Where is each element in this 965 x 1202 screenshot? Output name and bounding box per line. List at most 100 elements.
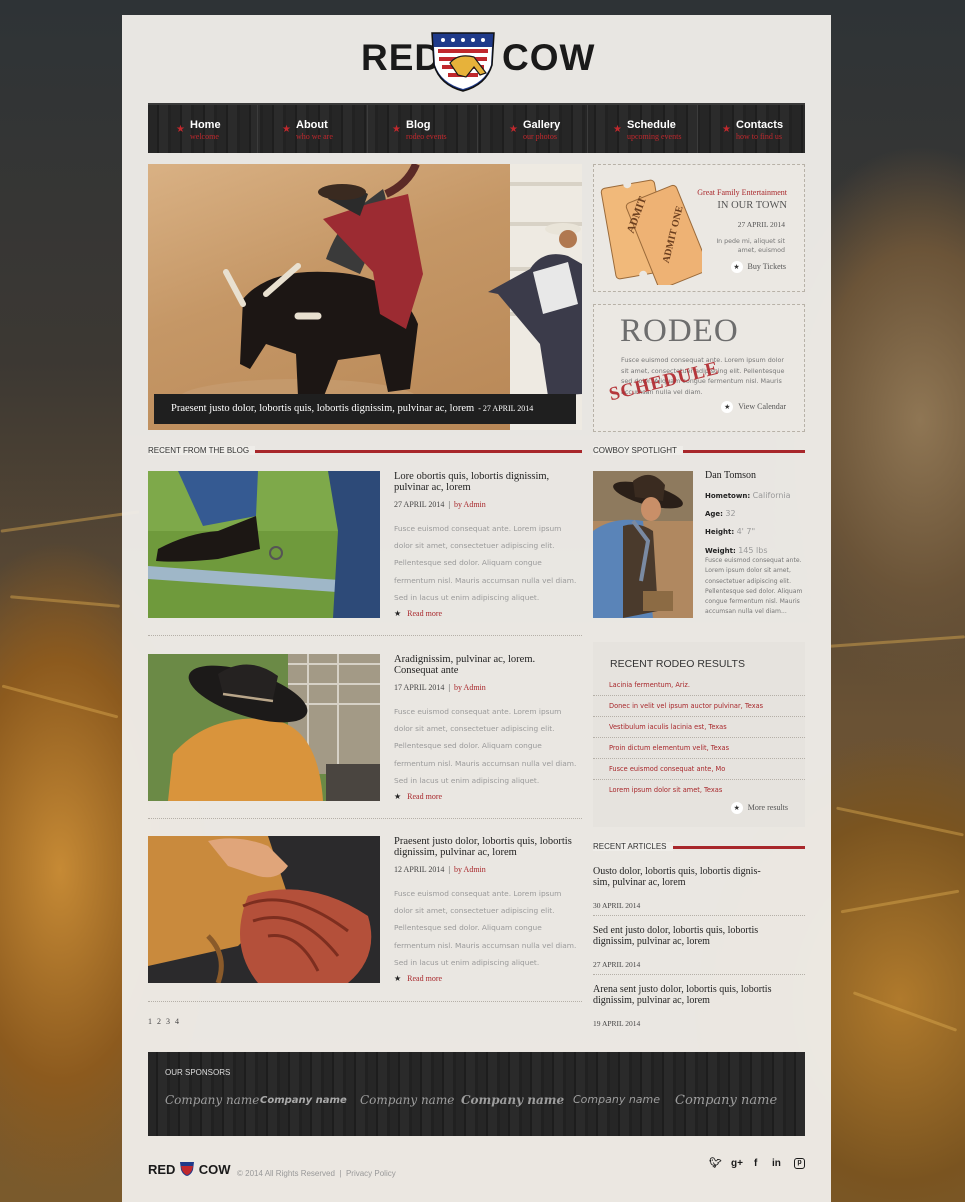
star-icon: ★ — [394, 609, 402, 618]
footer-logo[interactable]: RED COW — [148, 1161, 230, 1177]
rodeo-title: RODEO — [620, 313, 739, 349]
post-author[interactable]: by Admin — [454, 500, 486, 509]
post-meta: 17 APRIL 2014 | by Admin — [394, 683, 486, 692]
post-meta: 27 APRIL 2014 | by Admin — [394, 500, 486, 509]
read-more-link[interactable]: ★ Read more — [394, 974, 442, 983]
sponsors-heading: OUR SPONSORS — [165, 1068, 231, 1077]
post-title[interactable]: Lore obortis quis, lobortis dignissim, p… — [394, 471, 582, 493]
page-link[interactable]: 4 — [175, 1017, 179, 1026]
spotlight-photo[interactable] — [593, 471, 693, 618]
blog-post: Lore obortis quis, lobortis dignissim, p… — [148, 471, 582, 639]
cow-shield-icon — [180, 1162, 195, 1176]
sponsor-logo[interactable]: Company name — [260, 1095, 347, 1106]
linkedin-icon[interactable]: in — [772, 1158, 781, 1169]
nav-gallery[interactable]: ★ Gallery our photos — [478, 105, 588, 153]
post-excerpt: Fusce euismod consequat ante. Lorem ipsu… — [394, 524, 577, 602]
page-link[interactable]: 3 — [166, 1017, 170, 1026]
star-icon: ★ — [613, 124, 622, 135]
sponsor-logo[interactable]: Company name — [675, 1093, 777, 1108]
divider — [593, 915, 805, 916]
blog-heading: RECENT FROM THE BLOG — [148, 446, 256, 455]
tickets-tagline: Great Family Entertainment — [697, 188, 787, 197]
blog-post: Aradignissim, pulvinar ac, lorem. Conseq… — [148, 654, 582, 822]
page-link[interactable]: 2 — [157, 1017, 161, 1026]
sponsor-logo[interactable]: Company name — [573, 1093, 660, 1106]
boot-spur-photo — [148, 471, 380, 618]
list-item[interactable]: Fusce euismod consequat ante, Mo — [593, 759, 805, 780]
sponsors-bar: OUR SPONSORS Company name Company name C… — [148, 1052, 805, 1136]
star-icon: ★ — [730, 802, 743, 814]
post-image[interactable] — [148, 654, 380, 801]
blog-heading-rule — [248, 450, 582, 453]
page-link[interactable]: 1 — [148, 1017, 152, 1026]
nav-schedule[interactable]: ★ Schedule upcoming events — [588, 105, 698, 153]
buy-tickets-button[interactable]: ★ Buy Tickets — [730, 261, 786, 273]
slider-caption: Praesent justo dolor, lobortis quis, lob… — [154, 394, 576, 424]
spotlight-heading: COWBOY SPOTLIGHT — [593, 446, 683, 455]
list-item[interactable]: Vestibulum iaculis lacinia est, Texas — [593, 717, 805, 738]
list-item[interactable]: Lacinia fermentum, Ariz. — [593, 675, 805, 696]
divider — [148, 818, 582, 819]
article-item[interactable]: Arena sent justo dolor, lobortis quis, l… — [593, 984, 805, 1028]
star-icon: ★ — [392, 124, 401, 135]
list-item[interactable]: Donec in velit vel ipsum auctor pulvinar… — [593, 696, 805, 717]
pagination: 1 2 3 4 — [148, 1017, 179, 1026]
sponsor-logo[interactable]: Company name — [360, 1093, 454, 1107]
cowboy-hat-photo — [148, 654, 380, 801]
tickets-box: ADMIT ADMIT ONE Great Family Entertainme… — [593, 164, 805, 292]
star-icon: ★ — [721, 401, 734, 413]
star-icon: ★ — [509, 124, 518, 135]
facebook-icon[interactable]: f — [754, 1158, 757, 1169]
results-list: Lacinia fermentum, Ariz. Donec in velit … — [593, 675, 805, 801]
spotlight-fields: Hometown: California Age: 32 Height: 4' … — [705, 491, 791, 555]
read-more-link[interactable]: ★ Read more — [394, 609, 442, 618]
post-excerpt: Fusce euismod consequat ante. Lorem ipsu… — [394, 707, 577, 785]
list-item[interactable]: Proin dictum elementum velit, Texas — [593, 738, 805, 759]
rodeo-schedule-box: RODEO Fusce euismod consequat ante. Lore… — [593, 304, 805, 432]
nav-blog[interactable]: ★ Blog rodeo events — [368, 105, 478, 153]
admit-tickets-image — [600, 179, 702, 285]
footer-meta: © 2014 All Rights Reserved | Privacy Pol… — [237, 1169, 396, 1178]
article-item[interactable]: Sed ent justo dolor, lobortis quis, lobo… — [593, 925, 805, 969]
twitter-icon[interactable]: 🐦︎ — [709, 1158, 722, 1169]
post-title[interactable]: Aradignissim, pulvinar ac, lorem. Conseq… — [394, 654, 582, 676]
article-item[interactable]: Ousto dolor, lobortis quis, lobortis dig… — [593, 866, 805, 910]
articles-heading: RECENT ARTICLES — [593, 842, 673, 851]
page-container: RED COW ★ Home welcome ★ About who we are ★ B… — [122, 15, 831, 1202]
post-author[interactable]: by Admin — [454, 683, 486, 692]
post-image[interactable] — [148, 836, 380, 983]
post-excerpt: Fusce euismod consequat ante. Lorem ipsu… — [394, 889, 577, 967]
star-icon: ★ — [176, 124, 185, 135]
google-plus-icon[interactable]: g+ — [731, 1158, 743, 1169]
nav-contacts[interactable]: ★ Contacts how to find us — [698, 105, 805, 153]
read-more-link[interactable]: ★ Read more — [394, 792, 442, 801]
post-image[interactable] — [148, 471, 380, 618]
spotlight-heading-rule — [676, 450, 805, 453]
spotlight-name: Dan Tomson — [705, 470, 757, 481]
nav-about[interactable]: ★ About who we are — [258, 105, 368, 153]
spotlight-text: Fusce euismod consequat ante. Lorem ipsu… — [705, 557, 803, 616]
view-calendar-button[interactable]: ★ View Calendar — [721, 401, 786, 413]
sponsor-logo[interactable]: Company name — [165, 1093, 259, 1107]
logo-word-cow: COW — [502, 37, 596, 78]
results-panel: RECENT RODEO RESULTS Lacinia fermentum, … — [593, 642, 805, 827]
results-heading: RECENT RODEO RESULTS — [610, 658, 745, 670]
star-icon: ★ — [394, 974, 402, 983]
pinterest-icon[interactable]: p — [794, 1158, 805, 1169]
nav-home[interactable]: ★ Home welcome — [148, 105, 258, 153]
list-item[interactable]: Lorem ipsum dolor sit amet, Texas — [593, 780, 805, 801]
privacy-policy-link[interactable]: Privacy Policy — [346, 1169, 396, 1178]
more-results-button[interactable]: ★ More results — [730, 802, 788, 814]
star-icon: ★ — [394, 792, 402, 801]
hero-slider[interactable]: Praesent justo dolor, lobortis quis, lob… — [148, 164, 582, 430]
tickets-date: 27 APRIL 2014 — [737, 220, 785, 229]
main-nav: ★ Home welcome ★ About who we are ★ Blog rodeo… — [148, 103, 805, 153]
post-author[interactable]: by Admin — [454, 865, 486, 874]
post-title[interactable]: Praesent justo dolor, lobortis quis, lob… — [394, 836, 582, 858]
divider — [593, 974, 805, 975]
cowboy-portrait — [593, 471, 693, 618]
divider — [148, 1001, 582, 1002]
copyright-text: © 2014 All Rights Reserved — [237, 1169, 335, 1178]
sponsor-logo[interactable]: Company name — [461, 1093, 564, 1107]
tickets-heading: IN OUR TOWN — [717, 200, 787, 211]
